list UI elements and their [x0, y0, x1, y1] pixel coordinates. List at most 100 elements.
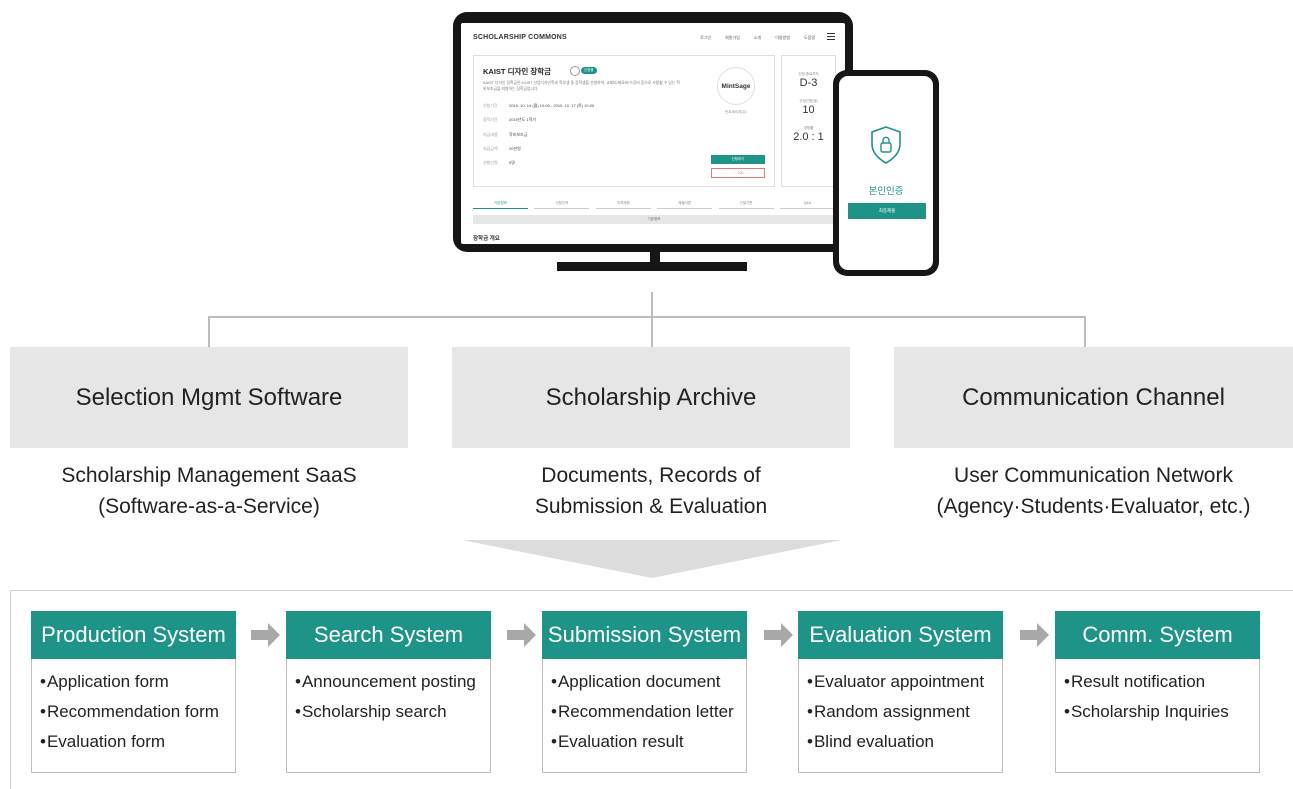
detail-key: 지급금액	[483, 145, 498, 151]
desc-line: User Communication Network	[954, 464, 1233, 487]
status-badge: 신청중	[581, 67, 597, 74]
detail-row: 장학기간 2019년도 1학기	[483, 117, 594, 123]
desc-line: (Agency·Students·Evaluator, etc.)	[936, 495, 1251, 518]
flow-arrow-icon	[1020, 623, 1049, 647]
connector-right	[1084, 316, 1086, 347]
system-title: Production System	[31, 611, 236, 659]
detail-key: 선발인원	[483, 160, 498, 166]
nav-link-signup[interactable]: 회원가입	[725, 35, 740, 41]
nav-link-help[interactable]: 도움말	[804, 35, 815, 41]
category-selection-mgmt: Selection Mgmt Software	[10, 347, 408, 448]
flow-arrow-icon	[764, 623, 793, 647]
monitor-screen: SCHOLARSHIP COMMONS 로그인 회원가입 소개 이용방법 도움말…	[461, 23, 845, 244]
connector-horizontal	[208, 316, 1086, 318]
apply-button[interactable]: 신청하기	[711, 155, 765, 164]
tab-bar: 기본정보 신청자격 지격제한 제출서류 선발기준 Q&A	[473, 201, 835, 209]
list-item: Blind evaluation	[807, 727, 1002, 757]
verification-title: 본인인증	[868, 186, 904, 197]
system-items: Announcement posting Scholarship search	[286, 659, 491, 773]
system-submission: Submission System Application document R…	[542, 611, 747, 773]
like-count: 100	[737, 171, 744, 175]
stat-value: 2.0 : 1	[793, 131, 824, 143]
category-communication: Communication Channel	[894, 347, 1293, 448]
provider-logo: MintSage	[717, 67, 755, 105]
provider-name: 민트세이지(주)	[725, 110, 747, 114]
connector-left	[208, 316, 210, 347]
system-title: Search System	[286, 611, 491, 659]
desc-line: Documents, Records of	[541, 464, 761, 487]
heart-icon: ♡	[732, 171, 736, 175]
stat-value: 10	[802, 104, 815, 116]
scholarship-description: KAIST 디자인 장학금은 KAIST 산업디자인학과 학부생 중 장학생을 …	[483, 81, 680, 91]
list-item: Recommendation form	[40, 697, 235, 727]
scholarship-title: KAIST 디자인 장학금	[483, 67, 552, 76]
monitor-stand-base	[557, 262, 747, 271]
desc-line: (Software-as-a-Service)	[98, 495, 320, 518]
list-item: Recommendation letter	[551, 697, 746, 727]
category-desc-communication: User Communication Network (Agency·Stude…	[894, 460, 1293, 522]
funnel-arrow	[462, 540, 842, 578]
detail-value: 학비보조금	[509, 131, 528, 137]
final-submit-button[interactable]: 최종제출	[848, 203, 926, 219]
tab-criteria[interactable]: 선발기준	[718, 201, 774, 209]
list-item: Scholarship Inquiries	[1064, 697, 1259, 727]
site-navbar: SCHOLARSHIP COMMONS 로그인 회원가입 소개 이용방법 도움말	[461, 23, 845, 51]
list-item: Application document	[551, 667, 746, 697]
list-item: Random assignment	[807, 697, 1002, 727]
detail-value: 2019년도 1학기	[509, 117, 536, 123]
scholarship-details: 신청기간 2019. 10. 14 (월) 10:00 - 2019. 10. 1…	[483, 103, 594, 174]
section-title: 장학금 개요	[473, 236, 500, 242]
list-item: Evaluation form	[40, 727, 235, 757]
system-items: Application document Recommendation lett…	[542, 659, 747, 773]
tab-qna[interactable]: Q&A	[779, 201, 835, 209]
list-item: Result notification	[1064, 667, 1259, 697]
hamburger-menu-icon[interactable]	[827, 33, 835, 42]
list-item: Scholarship search	[295, 697, 490, 727]
detail-row: 지급금액 20만원	[483, 146, 594, 152]
connector-center	[651, 316, 653, 347]
tab-documents[interactable]: 제출서류	[657, 201, 713, 209]
nav-link-login[interactable]: 로그인	[700, 35, 711, 41]
connector-trunk	[651, 292, 653, 316]
system-production: Production System Application form Recom…	[31, 611, 236, 773]
share-icon[interactable]	[570, 66, 580, 76]
detail-key: 지급내용	[483, 131, 498, 137]
system-evaluation: Evaluation System Evaluator appointment …	[798, 611, 1003, 773]
detail-value: 5명	[509, 160, 515, 166]
system-title: Evaluation System	[798, 611, 1003, 659]
nav-link-about[interactable]: 소개	[754, 35, 761, 41]
site-brand[interactable]: SCHOLARSHIP COMMONS	[473, 34, 567, 41]
nav-link-howto[interactable]: 이용방법	[775, 35, 790, 41]
flow-arrow-icon	[507, 623, 536, 647]
monitor-device: SCHOLARSHIP COMMONS 로그인 회원가입 소개 이용방법 도움말…	[453, 12, 853, 252]
detail-row: 선발인원 5명	[483, 160, 594, 166]
list-item: Evaluator appointment	[807, 667, 1002, 697]
system-items: Application form Recommendation form Eva…	[31, 659, 236, 773]
flow-arrow-icon	[251, 623, 280, 647]
shield-lock-icon	[871, 126, 901, 164]
tab-eligibility[interactable]: 신청자격	[534, 201, 590, 209]
desc-line: Scholarship Management SaaS	[61, 464, 357, 487]
tab-restrictions[interactable]: 지격제한	[595, 201, 651, 209]
phone-screen: 본인인증 최종제출	[839, 76, 933, 270]
detail-key: 신청기간	[483, 103, 498, 108]
tab-basic-info[interactable]: 기본정보	[473, 201, 528, 209]
nav-links: 로그인 회원가입 소개 이용방법 도움말	[700, 35, 815, 41]
category-archive: Scholarship Archive	[452, 347, 850, 448]
system-comm: Comm. System Result notification Scholar…	[1055, 611, 1260, 773]
detail-row: 지급내용 학비보조금	[483, 132, 594, 138]
detail-row: 신청기간 2019. 10. 14 (월) 10:00 - 2019. 10. 1…	[483, 103, 594, 109]
like-button[interactable]: ♡ 100	[711, 168, 765, 178]
detail-value: 2019. 10. 14 (월) 10:00 - 2019. 10. 17 (목…	[509, 103, 595, 108]
system-items: Result notification Scholarship Inquirie…	[1055, 659, 1260, 773]
detail-value: 20만원	[509, 145, 521, 151]
stat-value: D-3	[799, 77, 818, 89]
category-desc-archive: Documents, Records of Submission & Evalu…	[452, 460, 850, 522]
list-item: Evaluation result	[551, 727, 746, 757]
phone-device: 본인인증 최종제출	[833, 70, 939, 276]
system-title: Comm. System	[1055, 611, 1260, 659]
stats-panel: 신청 종료까지 D-3 신청인원(명) 10 경쟁률 2.0 : 1	[781, 55, 836, 187]
detail-key: 장학기간	[483, 117, 498, 123]
system-items: Evaluator appointment Random assignment …	[798, 659, 1003, 773]
desc-line: Submission & Evaluation	[534, 495, 768, 518]
